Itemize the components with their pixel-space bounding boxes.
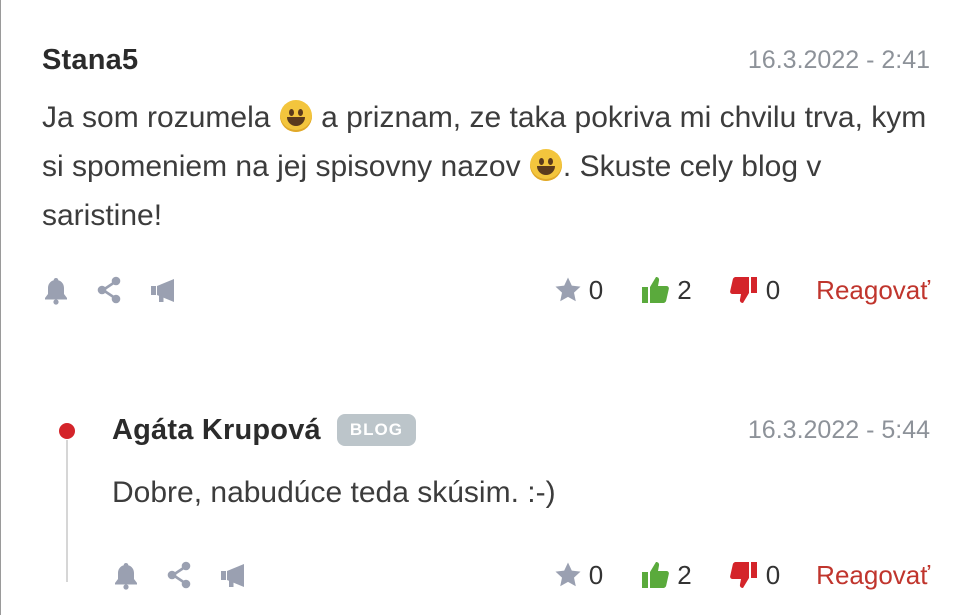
- thumbs-up-icon: [642, 277, 670, 303]
- comment-author[interactable]: Agáta Krupová: [112, 414, 321, 447]
- share-icon[interactable]: [164, 560, 194, 590]
- comment-date: 16.3.2022 - 5:44: [747, 415, 930, 444]
- like-count: 2: [677, 274, 692, 305]
- grinning-face-emoji: [529, 149, 562, 181]
- megaphone-icon[interactable]: [148, 275, 180, 305]
- megaphone-icon[interactable]: [218, 560, 250, 590]
- thumbs-up-icon: [642, 562, 670, 588]
- star-icon: [555, 277, 581, 302]
- comment-text: Dobre, nabudúce teda skúsim. :-): [112, 476, 556, 509]
- page-border: [0, 0, 1, 615]
- blog-badge: BLOG: [336, 414, 416, 446]
- bell-icon[interactable]: [42, 275, 70, 305]
- thumbs-down-icon: [729, 562, 757, 588]
- like-count: 2: [677, 559, 692, 590]
- thread-line: [66, 440, 68, 582]
- star-count: 0: [588, 559, 604, 590]
- comment-header: Stana5 16.3.2022 - 2:41: [42, 38, 930, 82]
- comment-date: 16.3.2022 - 2:41: [747, 45, 930, 74]
- comment-text-part: Ja som rozumela: [42, 101, 279, 134]
- like-button[interactable]: 2: [639, 559, 692, 591]
- share-icon[interactable]: [94, 275, 124, 305]
- dislike-button[interactable]: 0: [728, 559, 780, 591]
- comment-author[interactable]: Stana5: [42, 44, 138, 77]
- like-button[interactable]: 2: [639, 274, 692, 306]
- reply-comment: Agáta Krupová BLOG 16.3.2022 - 5:44 Dobr…: [112, 408, 930, 595]
- star-rating[interactable]: 0: [553, 560, 603, 591]
- star-rating[interactable]: 0: [553, 275, 603, 306]
- reply-link[interactable]: Reagovať: [816, 560, 930, 591]
- bell-icon[interactable]: [112, 560, 140, 590]
- star-icon: [555, 562, 581, 587]
- comment-header: Agáta Krupová BLOG 16.3.2022 - 5:44: [112, 408, 930, 452]
- dislike-button[interactable]: 0: [728, 274, 780, 306]
- dislike-count: 0: [765, 274, 781, 305]
- reply-link[interactable]: Reagovať: [816, 275, 930, 306]
- comment-actions: 0 2 0 Reagovať: [42, 270, 930, 310]
- thumbs-down-icon: [729, 277, 757, 303]
- thread-dot: [59, 423, 75, 439]
- star-count: 0: [588, 274, 604, 305]
- comment-actions: 0 2 0 Reagovať: [112, 555, 930, 595]
- grinning-face-emoji: [279, 100, 312, 132]
- comment-text: Ja som rozumela a priznam, ze taka pokri…: [42, 93, 930, 240]
- dislike-count: 0: [765, 559, 781, 590]
- comment: Stana5 16.3.2022 - 2:41 Ja som rozumela …: [42, 38, 930, 310]
